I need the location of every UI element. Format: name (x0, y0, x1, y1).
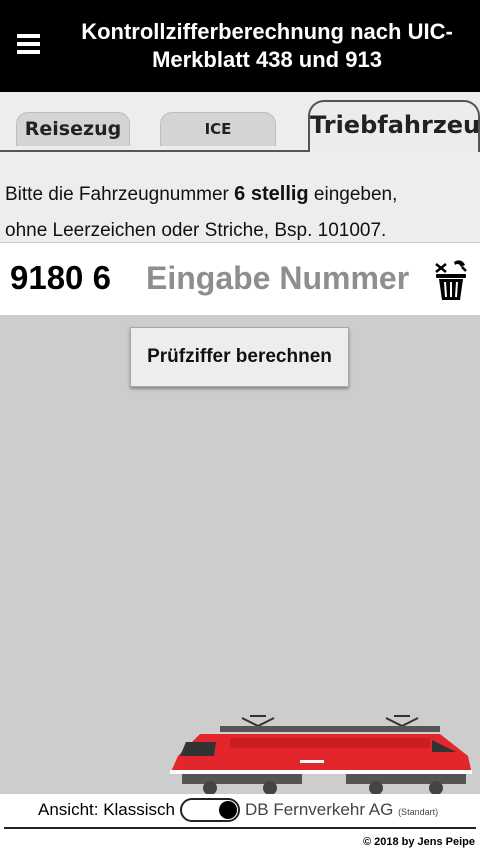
view-label: Ansicht: Klassisch (38, 800, 175, 819)
locomotive-icon (170, 715, 472, 795)
tab-divider (0, 150, 310, 152)
number-input-row: 9180 6 (0, 243, 480, 315)
tab-bar: Reisezug ICE Triebzüge Triebfahrzeug (0, 92, 480, 170)
toggle-knob (219, 801, 237, 819)
number-prefix: 9180 6 (10, 259, 111, 296)
calculate-check-digit-button[interactable]: Prüfziffer berechnen (130, 327, 349, 387)
page-title: Kontrollzifferberechnung nach UIC-Merkbl… (81, 19, 453, 72)
footer-divider (4, 827, 476, 829)
vehicle-number-input[interactable] (146, 253, 426, 303)
hamburger-menu-icon[interactable] (17, 34, 40, 54)
instruction-emphasis: 6 stellig (234, 183, 309, 205)
view-note: (Standart) (398, 807, 439, 817)
view-value: DB Fernverkehr AG (Standart) (245, 800, 439, 819)
tab-triebfahrzeug[interactable]: Triebfahrzeug (308, 100, 480, 152)
footer: Ansicht: Klassisch DB Fernverkehr AG (St… (0, 794, 480, 853)
copyright: © 2018 by Jens Peipe (362, 836, 475, 848)
instructions: Bitte die Fahrzeugnummer 6 stellig einge… (0, 154, 480, 242)
tab-reisezug[interactable]: Reisezug (16, 112, 130, 146)
trash-icon[interactable] (432, 259, 470, 301)
tab-ice-triebzuege[interactable]: ICE Triebzüge (160, 112, 276, 170)
view-toggle[interactable] (180, 798, 240, 822)
app-header: Kontrollzifferberechnung nach UIC-Merkbl… (0, 0, 480, 92)
instruction-line-1: Bitte die Fahrzeugnummer 6 stellig einge… (5, 183, 398, 205)
